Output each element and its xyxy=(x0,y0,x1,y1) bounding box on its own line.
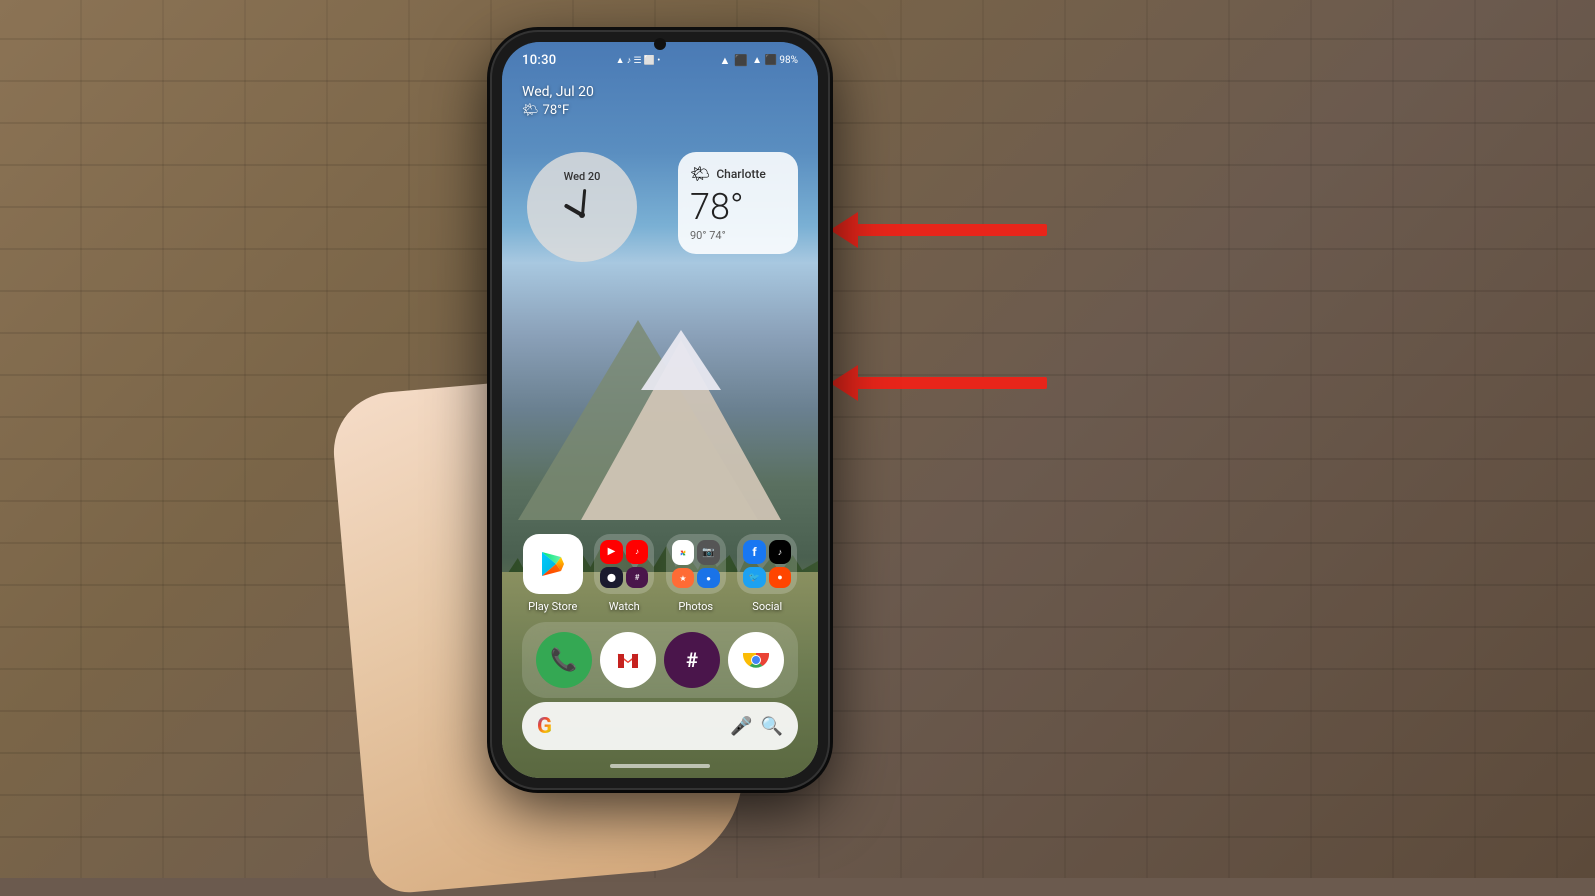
clock-center-dot xyxy=(579,212,585,218)
phone-device: 10:30 ▲ ♪ ☰ ⬜ • ▲ ⬛ ▲ ⬛ 98% Wed, Jul 20 … xyxy=(490,30,830,790)
youtube-music-icon: ♪ xyxy=(626,540,649,564)
reddit-icon: ● xyxy=(769,567,792,588)
photos-folder-icon[interactable]: 📷 ★ ● xyxy=(666,534,726,594)
notification-icons: ▲ ♪ ☰ ⬜ • xyxy=(616,55,661,66)
top-info: Wed, Jul 20 🌤 78°F xyxy=(522,84,594,118)
wifi-icon: ▲ xyxy=(720,54,731,67)
app-grid: Play Store ▶ ♪ xyxy=(502,534,818,613)
weather-status-icon: 🌤 xyxy=(522,103,539,118)
signal-icon: ⬛ xyxy=(734,54,748,67)
clock-widget[interactable]: Wed 20 xyxy=(527,152,637,262)
watch-app-3: ⬤ xyxy=(600,567,623,589)
scene: 10:30 ▲ ♪ ☰ ⬜ • ▲ ⬛ ▲ ⬛ 98% Wed, Jul 20 … xyxy=(0,0,1595,878)
mountain-snow xyxy=(641,330,721,390)
chrome-svg xyxy=(741,645,771,675)
photos-label: Photos xyxy=(678,600,713,613)
social-label: Social xyxy=(752,600,782,613)
play-store-icon[interactable] xyxy=(523,534,583,594)
dock-chrome-icon[interactable] xyxy=(728,632,784,688)
clock-date: Wed 20 xyxy=(564,170,601,183)
phone-wrapper: 10:30 ▲ ♪ ☰ ⬜ • ▲ ⬛ ▲ ⬛ 98% Wed, Jul 20 … xyxy=(430,20,910,860)
home-indicator xyxy=(610,764,710,768)
weather-temp-status: 78°F xyxy=(543,103,570,118)
weather-range: 90° 74° xyxy=(690,229,786,242)
status-time: 10:30 xyxy=(522,53,556,68)
app-watch[interactable]: ▶ ♪ ⬤ # xyxy=(594,534,654,613)
dock-phone-icon[interactable]: 📞 xyxy=(536,632,592,688)
gmail-svg xyxy=(614,646,642,674)
photos-pinwheel xyxy=(676,546,690,560)
weather-header: 🌤 Charlotte xyxy=(690,164,786,183)
watch-app-4: # xyxy=(626,567,649,589)
dock: 📞 # xyxy=(522,622,798,698)
slack-icon: # xyxy=(686,648,698,672)
dock-slack-icon[interactable]: # xyxy=(664,632,720,688)
current-date: Wed, Jul 20 xyxy=(522,84,594,100)
weather-low: 74° xyxy=(709,229,725,242)
dock-gmail-icon[interactable] xyxy=(600,632,656,688)
google-photos-icon xyxy=(672,540,695,565)
clock-face xyxy=(552,185,612,245)
photos-app-4: ● xyxy=(697,568,720,588)
photos-app-3: ★ xyxy=(672,568,695,588)
social-folder-icon[interactable]: f ♪ 🐦 ● xyxy=(737,534,797,594)
battery-level: ▲ ⬛ 98% xyxy=(752,55,798,66)
app-photos[interactable]: 📷 ★ ● Photos xyxy=(666,534,726,613)
app-play-store[interactable]: Play Store xyxy=(523,534,583,613)
app-social[interactable]: f ♪ 🐦 ● xyxy=(737,534,797,613)
current-weather-status: 🌤 78°F xyxy=(522,103,594,118)
system-icons: ▲ ⬛ ▲ ⬛ 98% xyxy=(720,54,798,67)
front-camera xyxy=(654,38,666,50)
tiktok-icon: ♪ xyxy=(769,540,792,564)
google-logo: G xyxy=(537,714,552,739)
weather-icon: 🌤 xyxy=(690,164,710,183)
watch-folder-icon[interactable]: ▶ ♪ ⬤ # xyxy=(594,534,654,594)
camera-icon: 📷 xyxy=(697,540,720,565)
phone-screen[interactable]: 10:30 ▲ ♪ ☰ ⬜ • ▲ ⬛ ▲ ⬛ 98% Wed, Jul 20 … xyxy=(502,42,818,778)
lens-icon[interactable]: 🔍 xyxy=(761,716,783,737)
youtube-icon: ▶ xyxy=(600,540,623,564)
weather-city: Charlotte xyxy=(716,167,766,181)
twitter-icon: 🐦 xyxy=(743,567,766,588)
weather-temperature: 78° xyxy=(690,189,786,225)
play-store-svg xyxy=(537,548,569,580)
microphone-icon[interactable]: 🎤 xyxy=(730,716,752,737)
facebook-icon: f xyxy=(743,540,766,564)
weather-high: 90° xyxy=(690,229,706,242)
google-search-bar[interactable]: G 🎤 🔍 xyxy=(522,702,798,750)
play-store-label: Play Store xyxy=(528,600,577,613)
watch-label: Watch xyxy=(609,600,640,613)
weather-widget[interactable]: 🌤 Charlotte 78° 90° 74° xyxy=(678,152,798,254)
phone-icon: 📞 xyxy=(550,648,577,673)
